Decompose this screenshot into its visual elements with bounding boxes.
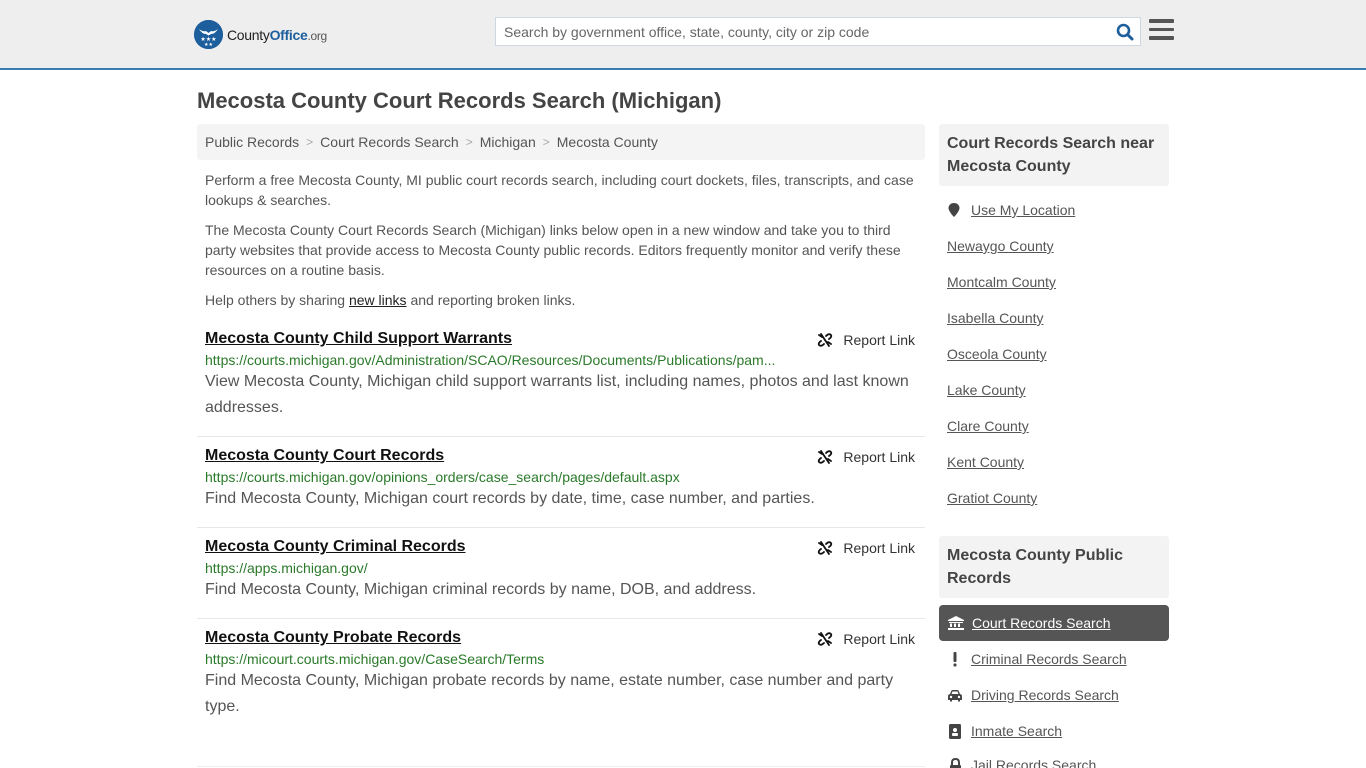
- listing-description: View Mecosta County, Michigan child supp…: [205, 373, 909, 416]
- listing-item: Mecosta County Probate Records Report Li…: [197, 629, 925, 767]
- nearby-county-link[interactable]: Lake County: [947, 382, 1026, 398]
- listing-item: Mecosta County Criminal Records Report L…: [197, 538, 925, 619]
- exclamation-icon: [953, 651, 957, 666]
- site-header: ★★★ ★★ CountyOffice.org: [0, 0, 1366, 70]
- sidebar-item-inmate-search[interactable]: Inmate Search: [947, 723, 1062, 739]
- courthouse-icon: [948, 616, 964, 630]
- search-icon: [1116, 23, 1134, 40]
- listing-title-link[interactable]: Mecosta County Criminal Records: [205, 538, 466, 556]
- nearby-county-link[interactable]: Isabella County: [947, 310, 1044, 326]
- listing-description: Find Mecosta County, Michigan probate re…: [205, 672, 894, 715]
- report-link-button[interactable]: Report Link: [817, 332, 915, 348]
- listing-description: Find Mecosta County, Michigan criminal r…: [205, 581, 757, 598]
- page-title: Mecosta County Court Records Search (Mic…: [197, 88, 722, 113]
- lock-icon: [949, 757, 961, 768]
- car-icon: [948, 689, 962, 701]
- broken-link-icon: [818, 632, 833, 646]
- intro-paragraph: The Mecosta County Court Records Search …: [205, 222, 901, 278]
- listing-title-link[interactable]: Mecosta County Child Support Warrants: [205, 330, 512, 348]
- sidebar-item-driving-records-search[interactable]: Driving Records Search: [947, 687, 1119, 703]
- listing-url[interactable]: https://apps.michigan.gov/: [205, 560, 780, 576]
- broken-link-icon: [818, 333, 833, 347]
- listing-item: Mecosta County Court Records Report Link…: [197, 447, 925, 528]
- nearby-county-link[interactable]: Osceola County: [947, 346, 1047, 362]
- listing-url[interactable]: https://courts.michigan.gov/Administrati…: [205, 352, 780, 368]
- menu-bar: [1149, 27, 1174, 31]
- listing-title-link[interactable]: Mecosta County Court Records: [205, 447, 444, 465]
- breadcrumb-separator: >: [465, 135, 473, 149]
- public-records-heading: Mecosta County Public Records: [939, 536, 1169, 598]
- breadcrumb-michigan[interactable]: Michigan: [480, 134, 536, 150]
- broken-link-icon: [818, 450, 833, 464]
- divider: [197, 766, 925, 767]
- report-link-button[interactable]: Report Link: [817, 540, 915, 556]
- nearby-county-link[interactable]: Gratiot County: [947, 490, 1037, 506]
- breadcrumb-mecosta-county[interactable]: Mecosta County: [557, 134, 658, 150]
- logo-text: CountyOffice.org: [227, 26, 327, 43]
- search-input[interactable]: [496, 18, 1110, 45]
- listing-title-link[interactable]: Mecosta County Probate Records: [205, 629, 461, 647]
- nearby-county-link[interactable]: Newaygo County: [947, 238, 1054, 254]
- sidebar-item-jail-records-search[interactable]: Jail Records Search: [947, 757, 1096, 768]
- intro-paragraph: Perform a free Mecosta County, MI public…: [205, 172, 914, 208]
- use-my-location-link[interactable]: Use My Location: [947, 202, 1075, 218]
- site-logo[interactable]: ★★★ ★★ CountyOffice.org: [194, 20, 327, 49]
- intro-share-paragraph: Help others by sharing new links and rep…: [205, 292, 576, 308]
- breadcrumb-separator: >: [542, 135, 550, 149]
- intro-text: Perform a free Mecosta County, MI public…: [205, 170, 920, 320]
- nearby-county-link[interactable]: Clare County: [947, 418, 1029, 434]
- search-bar: [495, 17, 1141, 46]
- eagle-logo-icon: ★★★ ★★: [194, 20, 223, 49]
- listing-item: Mecosta County Child Support Warrants Re…: [197, 330, 925, 437]
- breadcrumb: Public Records > Court Records Search > …: [197, 124, 925, 160]
- breadcrumb-court-records-search[interactable]: Court Records Search: [320, 134, 459, 150]
- sidebar-item-court-records-search[interactable]: Court Records Search: [939, 605, 1169, 641]
- id-badge-icon: [949, 723, 961, 739]
- breadcrumb-public-records[interactable]: Public Records: [205, 134, 299, 150]
- svg-text:★★: ★★: [204, 42, 213, 48]
- search-button[interactable]: [1110, 18, 1140, 45]
- menu-bar: [1149, 36, 1174, 40]
- report-link-button[interactable]: Report Link: [817, 449, 915, 465]
- nearby-county-link[interactable]: Montcalm County: [947, 274, 1056, 290]
- nearby-heading: Court Records Search near Mecosta County: [939, 124, 1169, 186]
- map-marker-icon: [948, 203, 960, 217]
- breadcrumb-separator: >: [306, 135, 314, 149]
- listing-description: Find Mecosta County, Michigan court reco…: [205, 490, 815, 507]
- sidebar-item-criminal-records-search[interactable]: Criminal Records Search: [947, 651, 1127, 667]
- listing-url[interactable]: https://micourt.courts.michigan.gov/Case…: [205, 651, 780, 667]
- broken-link-icon: [818, 541, 833, 555]
- menu-bar: [1149, 19, 1174, 23]
- listing-url[interactable]: https://courts.michigan.gov/opinions_ord…: [205, 469, 780, 485]
- new-links-link[interactable]: new links: [349, 292, 407, 308]
- report-link-button[interactable]: Report Link: [817, 631, 915, 647]
- hamburger-menu-button[interactable]: [1149, 19, 1175, 43]
- nearby-county-link[interactable]: Kent County: [947, 454, 1024, 470]
